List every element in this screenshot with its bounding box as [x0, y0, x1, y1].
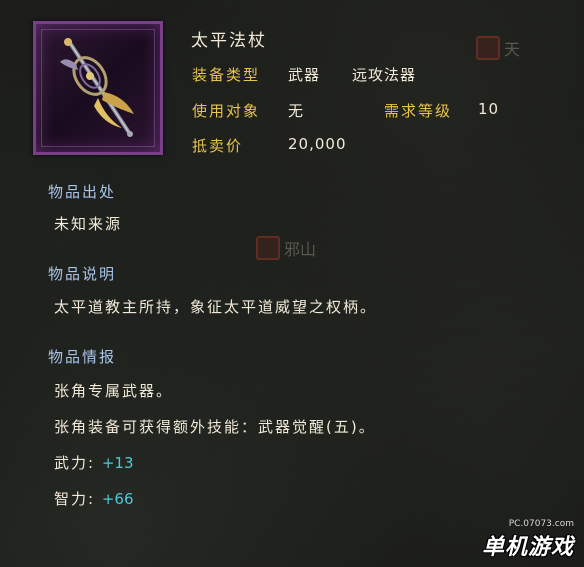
item-type-row: 装备类型	[192, 64, 260, 85]
info-heading: 物品情报	[48, 348, 117, 366]
item-target-label: 使用对象	[192, 102, 261, 120]
map-place-label: 邪山	[284, 240, 317, 259]
info-line-skill: 张角装备可获得额外技能：武器觉醒(五)。	[54, 418, 376, 436]
item-target-row: 使用对象	[192, 100, 260, 121]
item-level-value-row: 10	[478, 100, 499, 118]
description-heading: 物品说明	[48, 265, 117, 283]
description-text: 太平道教主所持，象征太平道威望之权柄。	[54, 298, 378, 316]
map-place-label: 天	[504, 40, 521, 59]
item-target-value-row: 无	[288, 100, 304, 121]
stat-row-intelligence: 智力: +66	[54, 488, 134, 509]
watermark-url: PC.07073.com	[508, 519, 574, 529]
stat-row-strength: 武力: +13	[54, 452, 134, 473]
site-watermark: PC.07073.com 单机游戏	[482, 519, 574, 561]
item-level-value: 10	[478, 100, 500, 118]
info-line-exclusive: 张角专属武器。	[54, 382, 174, 400]
item-icon-frame[interactable]	[33, 21, 163, 155]
origin-heading: 物品出处	[48, 183, 117, 201]
item-level-label: 需求等级	[384, 102, 453, 120]
item-price-row: 抵卖价	[192, 135, 243, 156]
stat-label: 智力:	[54, 490, 96, 508]
watermark-brand: 单机游戏	[481, 535, 574, 560]
map-seal-icon	[256, 236, 280, 260]
item-price-label: 抵卖价	[192, 137, 244, 155]
map-marker-middle: 邪山	[256, 236, 316, 260]
item-price-value: 20,000	[288, 135, 347, 153]
stat-label: 武力:	[54, 454, 96, 472]
item-type-values: 武器	[288, 64, 320, 85]
map-seal-icon	[476, 36, 500, 60]
item-level-row: 需求等级	[384, 100, 452, 121]
map-marker-top: 天	[476, 36, 520, 60]
item-type-values-2: 远攻法器	[352, 64, 416, 85]
origin-text: 未知来源	[54, 215, 123, 233]
stat-value: +66	[101, 490, 134, 508]
stat-value: +13	[101, 454, 134, 472]
item-price-value-row: 20,000	[288, 135, 347, 153]
item-name: 太平法杖	[191, 31, 267, 51]
item-type-value-1: 武器	[288, 66, 321, 84]
item-target-value: 无	[288, 102, 305, 120]
item-type-label: 装备类型	[192, 66, 261, 84]
item-type-value-2: 远攻法器	[352, 66, 417, 84]
staff-icon	[60, 38, 134, 137]
